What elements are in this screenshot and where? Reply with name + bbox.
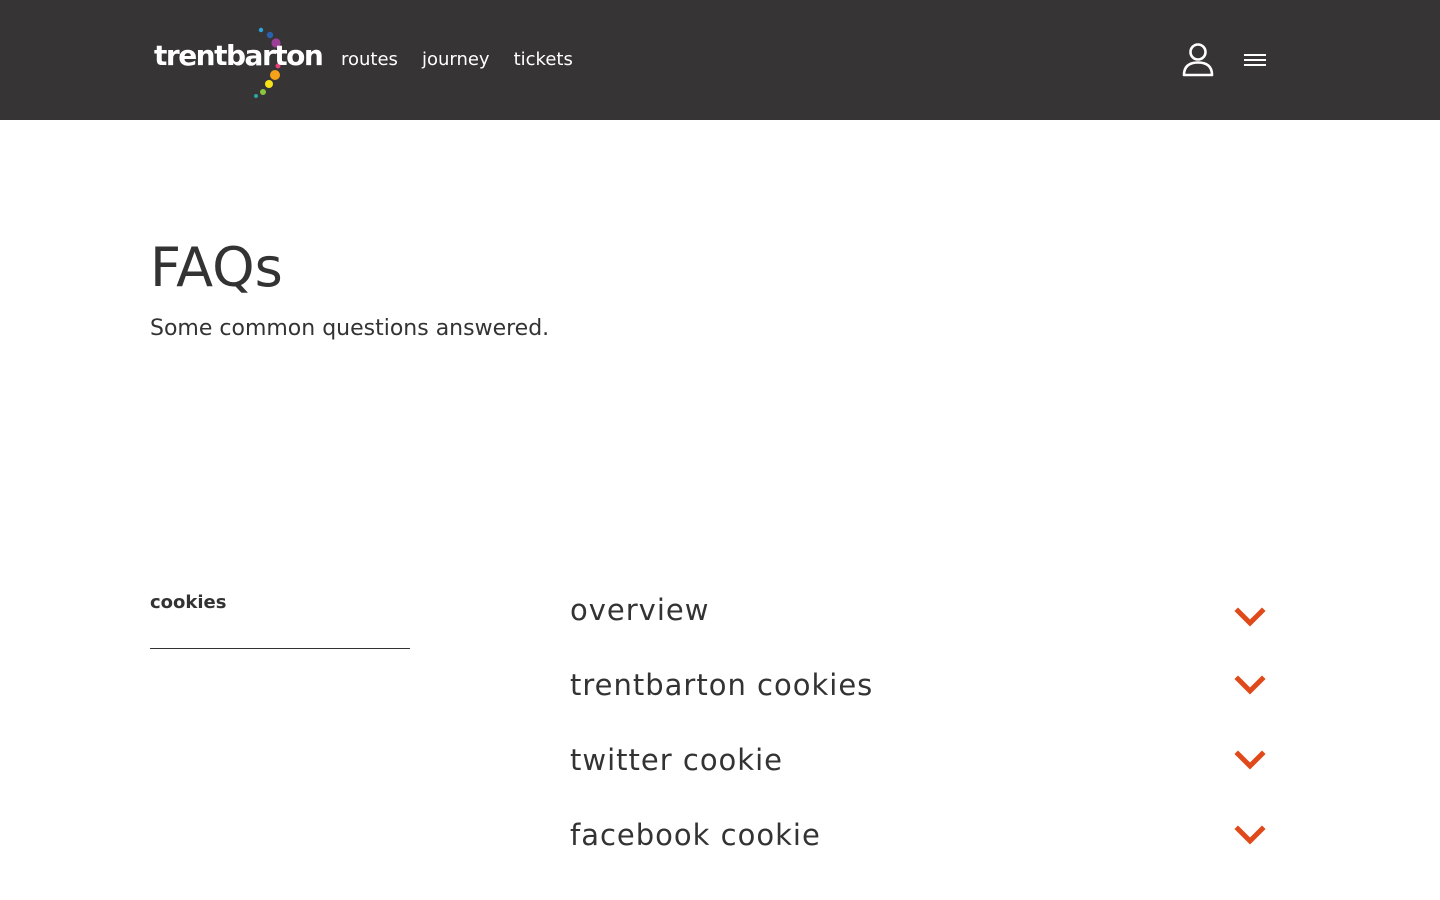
main-nav: routes journey tickets xyxy=(341,48,573,72)
faq-title: twitter cookie xyxy=(570,743,783,777)
user-account-icon[interactable] xyxy=(1180,42,1216,78)
faq-title: facebook cookie xyxy=(570,818,821,852)
logo-wordmark: trentbarton xyxy=(154,39,324,72)
nav-journey-link[interactable]: journey xyxy=(422,48,490,72)
chevron-down-icon[interactable] xyxy=(1234,750,1266,772)
chevron-down-icon[interactable] xyxy=(1234,825,1266,847)
sidebar-category-cookies[interactable]: cookies xyxy=(150,590,226,616)
nav-tickets-link[interactable]: tickets xyxy=(514,48,573,72)
chevron-down-icon[interactable] xyxy=(1234,607,1266,629)
faq-item-twitter-cookie[interactable]: twitter cookie xyxy=(570,740,1270,780)
site-header: trentbarton routes journey tickets xyxy=(0,0,1440,120)
chevron-down-icon[interactable] xyxy=(1234,675,1266,697)
hamburger-menu-icon[interactable] xyxy=(1243,51,1267,69)
faq-item-overview[interactable]: overview xyxy=(570,590,1270,630)
trentbarton-logo[interactable]: trentbarton xyxy=(154,26,324,102)
faq-item-trentbarton-cookies[interactable]: trentbarton cookies xyxy=(570,665,1270,705)
nav-routes-link[interactable]: routes xyxy=(341,48,398,72)
sidebar-divider xyxy=(150,648,410,649)
page-title: FAQs xyxy=(150,236,283,299)
page-subtitle: Some common questions answered. xyxy=(150,316,550,341)
faq-item-facebook-cookie[interactable]: facebook cookie xyxy=(570,815,1270,855)
faq-title: trentbarton cookies xyxy=(570,668,874,702)
faq-title: overview xyxy=(570,593,710,627)
